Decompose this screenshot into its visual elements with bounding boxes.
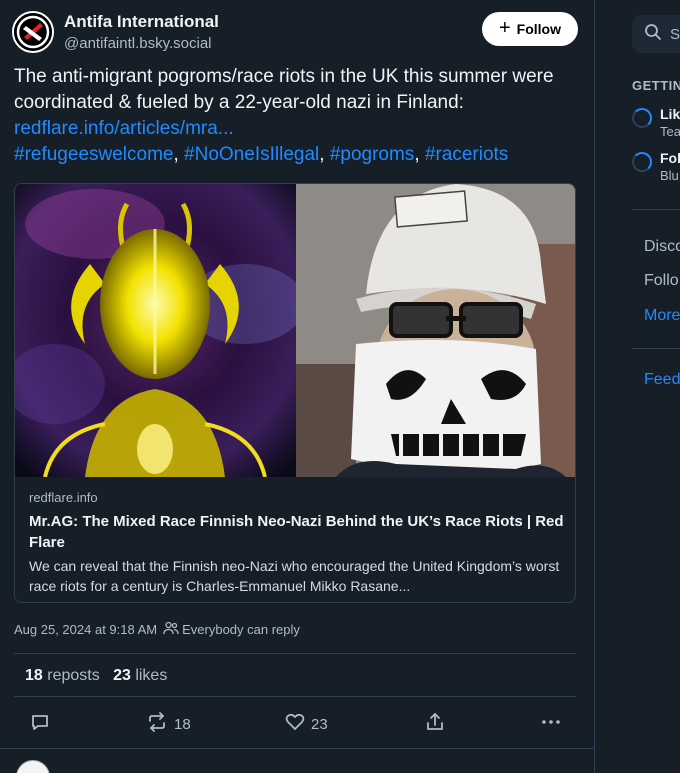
hashtag-refugeeswelcome[interactable]: #refugeeswelcome <box>14 144 173 165</box>
search-placeholder: S <box>670 25 680 43</box>
people-icon <box>163 621 179 638</box>
link-preview-domain: redflare.info <box>29 490 98 505</box>
repost-button[interactable]: 18 <box>146 712 191 736</box>
author-display-name[interactable]: Antifa International <box>64 12 219 32</box>
plus-icon: + <box>498 17 511 39</box>
repost-icon <box>146 712 168 736</box>
link-preview-description: We can reveal that the Finnish neo-Nazi … <box>29 558 560 594</box>
reposts-label[interactable]: reposts <box>47 667 99 684</box>
post-text: The anti-migrant pogroms/race riots in t… <box>14 66 554 165</box>
author-handle[interactable]: @antifaintl.bsky.social <box>64 35 212 52</box>
task-title: Lik <box>660 106 680 122</box>
search-input[interactable]: S <box>632 15 680 53</box>
link-preview-image <box>15 184 575 477</box>
link-preview-title: Mr.AG: The Mixed Race Finnish Neo-Nazi B… <box>29 513 564 551</box>
link-preview-card[interactable]: redflare.info Mr.AG: The Mixed Race Finn… <box>14 183 576 603</box>
post-meta: Aug 25, 2024 at 9:18 AM Everybody can re… <box>14 621 300 638</box>
sidebar-divider <box>632 348 680 349</box>
post-link[interactable]: redflare.info/articles/mra... <box>14 118 234 139</box>
likes-label[interactable]: likes <box>135 667 167 684</box>
preview-image-left <box>15 184 296 477</box>
divider <box>0 748 594 749</box>
reply-button[interactable] <box>30 712 50 736</box>
like-button[interactable]: 23 <box>285 712 328 736</box>
like-count: 23 <box>311 715 328 733</box>
hashtag-pogroms[interactable]: #pogroms <box>330 144 415 165</box>
post-timestamp[interactable]: Aug 25, 2024 at 9:18 AM <box>14 622 157 637</box>
search-icon <box>644 23 662 45</box>
task-subtitle: Blu <box>660 168 679 183</box>
follow-button[interactable]: + Follow <box>482 12 578 46</box>
divider <box>14 696 576 697</box>
likes-count[interactable]: 23 <box>113 667 131 684</box>
post-body: The anti-migrant pogroms/race riots in t… <box>14 66 554 113</box>
post-thread: Antifa International @antifaintl.bsky.so… <box>0 0 594 773</box>
task-subtitle: Tea <box>660 124 680 139</box>
preview-image-right <box>296 184 575 477</box>
hashtag-raceriots[interactable]: #raceriots <box>425 144 508 165</box>
reply-icon <box>30 712 50 736</box>
sidebar-link-more[interactable]: More <box>644 307 680 325</box>
sidebar-link-discover[interactable]: Disco <box>644 238 680 256</box>
follow-label: Follow <box>516 21 561 37</box>
getting-started-heading: GETTIN <box>632 78 680 93</box>
reply-setting[interactable]: Everybody can reply <box>182 622 300 637</box>
ellipsis-icon <box>541 712 561 736</box>
sidebar-link-following[interactable]: Follo <box>644 272 679 290</box>
share-icon <box>425 712 445 736</box>
column-divider <box>594 0 595 773</box>
repost-count: 18 <box>174 715 191 733</box>
post-stats: 18 reposts 23 likes <box>25 667 167 685</box>
task-title: Fol <box>660 150 680 166</box>
reposts-count[interactable]: 18 <box>25 667 43 684</box>
progress-ring-icon <box>632 108 652 128</box>
share-button[interactable] <box>425 712 445 736</box>
divider <box>14 653 576 654</box>
sidebar-link-feedback[interactable]: Feedb <box>644 371 680 389</box>
sidebar-divider <box>632 209 680 210</box>
next-post-avatar[interactable] <box>16 760 50 773</box>
author-avatar[interactable] <box>12 11 54 53</box>
hashtag-noone-is-illegal[interactable]: #NoOneIsIllegal <box>184 144 319 165</box>
heart-icon <box>285 712 305 736</box>
more-options-button[interactable] <box>541 712 561 736</box>
progress-ring-icon <box>632 152 652 172</box>
